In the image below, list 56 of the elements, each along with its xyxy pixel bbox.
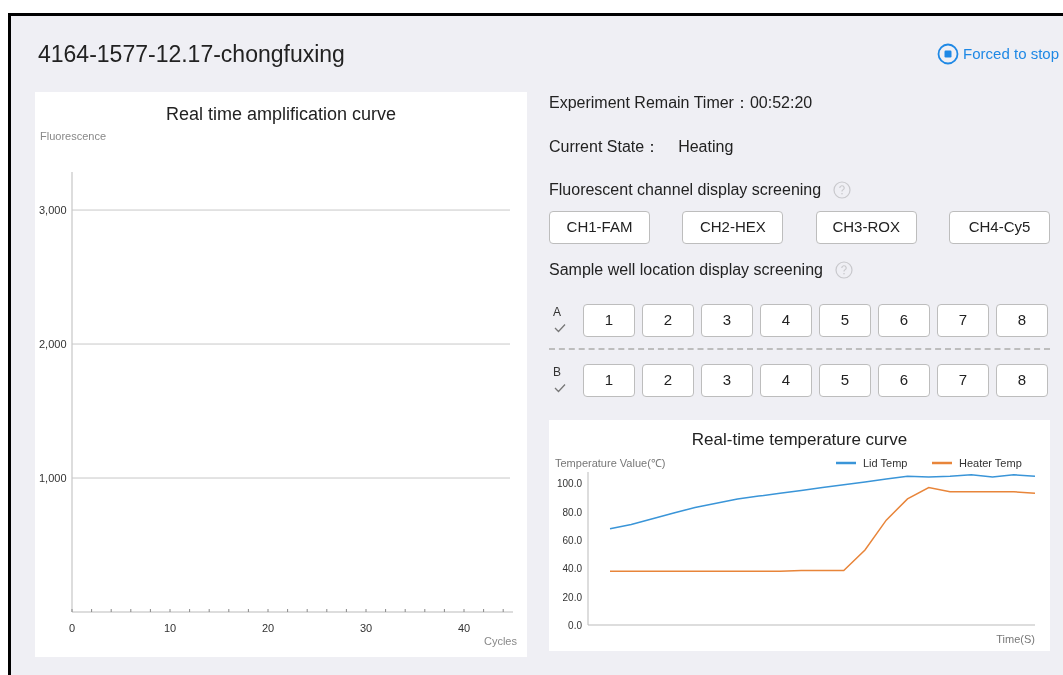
y-tick-label: 0.0 (568, 620, 582, 631)
y-tick-label: 2,000 (39, 338, 67, 351)
well-button[interactable]: 5 (819, 363, 871, 397)
x-axis-label: Time(S) (996, 633, 1035, 645)
state-label: Current State： (549, 137, 661, 157)
x-tick-label: 10 (163, 622, 177, 634)
well-button[interactable]: 3 (701, 303, 753, 337)
well-button[interactable]: 4 (760, 363, 812, 397)
x-tick-label: 0 (68, 622, 76, 634)
well-button[interactable]: 3 (701, 363, 753, 397)
y-tick-label: 60.0 (562, 535, 582, 546)
y-tick-label: 100.0 (556, 478, 582, 490)
x-tick-label: 20 (261, 622, 275, 634)
well-button[interactable]: 2 (642, 303, 694, 337)
well-button[interactable]: 6 (878, 363, 930, 397)
x-tick-label: 40 (457, 622, 471, 634)
channel-button[interactable]: CH3-ROX (815, 211, 917, 244)
legend-swatch (836, 461, 856, 465)
well-button[interactable]: 4 (760, 303, 812, 337)
y-tick-label: 1,000 (39, 472, 67, 484)
timer-value: 00:52:20 (749, 93, 813, 113)
legend-label: Heater Temp (959, 457, 1022, 469)
chart-title: Real-time temperature curve (690, 428, 909, 451)
well-button[interactable]: 6 (878, 303, 930, 337)
legend-label: Lid Temp (863, 457, 908, 469)
section-label: Sample well location display screening (549, 260, 823, 280)
well-button[interactable]: 7 (937, 363, 989, 397)
well-button[interactable]: 2 (642, 363, 694, 397)
legend-swatch (932, 461, 952, 465)
stop-icon (937, 43, 960, 65)
y-tick-label: 40.0 (562, 563, 582, 575)
section-label: Fluorescent channel display screening (549, 180, 822, 200)
channel-button[interactable]: CH1-FAM (549, 211, 650, 244)
well-button[interactable]: 1 (583, 363, 635, 397)
chart-title: Real time amplification curve (164, 103, 398, 126)
channel-button[interactable]: CH4-Cy5 (949, 211, 1050, 244)
timer-label: Experiment Remain Timer： (549, 93, 750, 113)
y-axis-label: Fluorescence (40, 130, 107, 142)
well-button[interactable]: 5 (819, 303, 871, 337)
x-axis-label: Cycles (484, 635, 517, 647)
experiment-title: 4164-1577-12.17-chongfuxing (38, 39, 345, 69)
x-tick-label: 30 (359, 622, 373, 634)
channel-button[interactable]: CH2-HEX (682, 211, 784, 244)
row-checkbox[interactable] (553, 382, 567, 394)
row-label: B (553, 366, 561, 378)
well-button[interactable]: 8 (996, 363, 1048, 397)
well-button[interactable]: 1 (583, 303, 635, 337)
state-value: Heating (678, 137, 734, 157)
well-button[interactable]: 8 (996, 303, 1048, 337)
y-axis-label: Temperature Value(℃) (555, 457, 666, 469)
y-tick-label: 3,000 (39, 204, 67, 217)
y-tick-label: 20.0 (562, 591, 582, 603)
row-checkbox[interactable] (553, 322, 567, 334)
row-label: A (553, 306, 561, 318)
well-button[interactable]: 7 (937, 303, 989, 337)
y-tick-label: 80.0 (562, 506, 582, 518)
